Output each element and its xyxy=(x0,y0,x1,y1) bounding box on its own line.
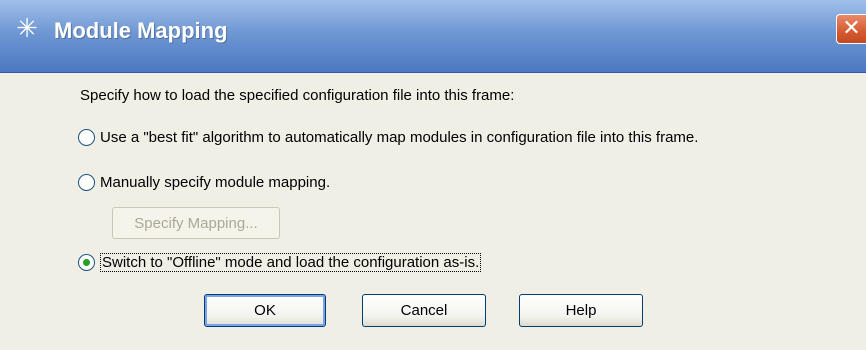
radio-selected-dot xyxy=(83,259,90,266)
instruction-text: Specify how to load the specified config… xyxy=(80,87,515,104)
radio-button-offline[interactable] xyxy=(78,254,95,271)
dialog-window: ✳ Module Mapping ✕ Specify how to load t… xyxy=(0,0,866,350)
radio-label-manual[interactable]: Manually specify module mapping. xyxy=(100,174,330,191)
help-button[interactable]: Help xyxy=(519,294,643,327)
radio-label-offline[interactable]: Switch to "Offline" mode and load the co… xyxy=(100,253,482,272)
agilent-spark-icon: ✳ xyxy=(16,14,38,44)
radio-label-best-fit[interactable]: Use a "best fit" algorithm to automatica… xyxy=(100,129,698,146)
radio-option-offline[interactable]: Switch to "Offline" mode and load the co… xyxy=(78,253,482,272)
close-icon: ✕ xyxy=(842,16,861,41)
radio-option-manual[interactable]: Manually specify module mapping. xyxy=(78,174,330,191)
radio-button-manual[interactable] xyxy=(78,174,95,191)
radio-option-best-fit[interactable]: Use a "best fit" algorithm to automatica… xyxy=(78,129,698,146)
ok-button[interactable]: OK xyxy=(204,294,326,327)
title-bar[interactable]: ✳ Module Mapping ✕ xyxy=(0,0,866,73)
cancel-button[interactable]: Cancel xyxy=(362,294,486,327)
window-title: Module Mapping xyxy=(54,18,228,43)
radio-button-best-fit[interactable] xyxy=(78,129,95,146)
close-button[interactable]: ✕ xyxy=(836,14,866,44)
specify-mapping-button[interactable]: Specify Mapping... xyxy=(112,207,280,239)
